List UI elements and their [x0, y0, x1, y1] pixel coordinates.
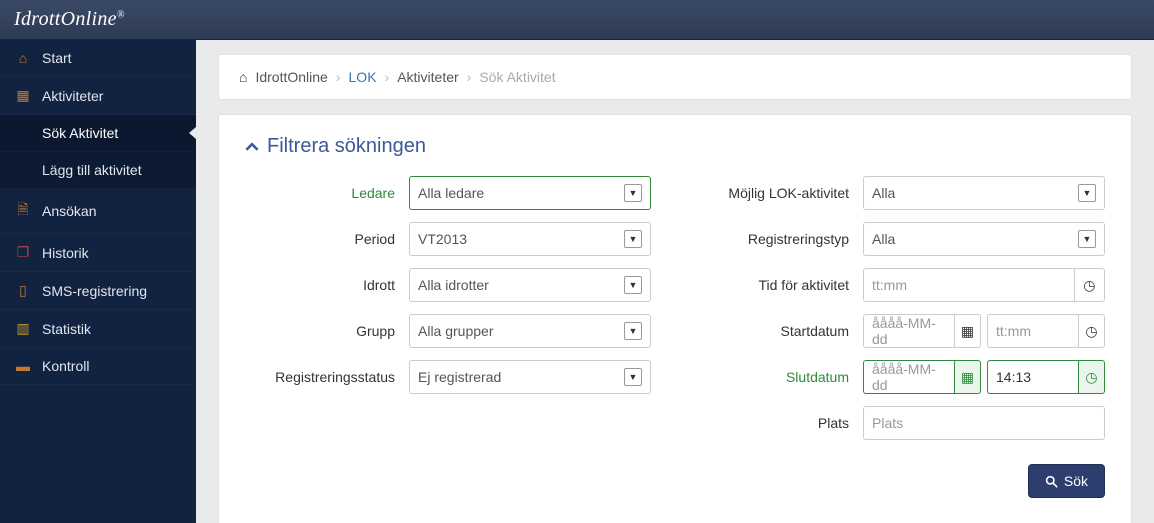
tid-clock-button[interactable]: ◷: [1074, 268, 1105, 302]
breadcrumb-aktiviteter[interactable]: Aktiviteter: [397, 69, 458, 85]
sidebar-item-kontroll[interactable]: ▬Kontroll: [0, 348, 196, 385]
mojlig-select[interactable]: Alla ▼: [863, 176, 1105, 210]
home-icon: ⌂: [16, 50, 30, 66]
ledare-label: Ledare: [245, 185, 395, 201]
breadcrumb: ⌂ IdrottOnline › LOK › Aktiviteter › Sök…: [239, 69, 1111, 85]
topbar: IdrottOnline®: [0, 0, 1154, 40]
tid-input[interactable]: tt:mm: [863, 268, 1074, 302]
plats-input[interactable]: Plats: [863, 406, 1105, 440]
grupp-select[interactable]: Alla grupper ▼: [409, 314, 651, 348]
breadcrumb-panel: ⌂ IdrottOnline › LOK › Aktiviteter › Sök…: [218, 54, 1132, 100]
breadcrumb-current: Sök Aktivitet: [479, 69, 555, 85]
sidebar-item-sok-aktivitet[interactable]: Sök Aktivitet: [0, 115, 196, 152]
filter-panel: Filtrera sökningen Ledare Alla ledare ▼: [218, 114, 1132, 523]
calendar-icon: ▦: [961, 369, 974, 386]
copy-icon: ❐: [16, 244, 30, 261]
idrott-label: Idrott: [245, 277, 395, 293]
sidebar-item-ansokan[interactable]: 🗎Ansökan: [0, 189, 196, 234]
chevron-down-icon: ▼: [624, 184, 642, 202]
plats-label: Plats: [699, 415, 849, 431]
home-icon: ⌂: [239, 69, 247, 85]
chevron-down-icon: ▼: [1078, 184, 1096, 202]
main-content: ⌂ IdrottOnline › LOK › Aktiviteter › Sök…: [196, 40, 1154, 523]
chevron-up-icon: [245, 140, 259, 154]
chevron-down-icon: ▼: [624, 368, 642, 386]
chart-icon: ▥: [16, 320, 30, 337]
search-icon: [1045, 475, 1058, 488]
startdatum-date-input[interactable]: åååå-MM-dd: [863, 314, 954, 348]
startdatum-clock-button[interactable]: ◷: [1078, 314, 1105, 348]
filter-toggle[interactable]: Filtrera sökningen: [245, 135, 1105, 158]
search-button[interactable]: Sök: [1028, 464, 1105, 498]
sidebar-item-sms-registrering[interactable]: ▯SMS-registrering: [0, 272, 196, 310]
chevron-down-icon: ▼: [624, 276, 642, 294]
clock-icon: ◷: [1083, 277, 1095, 294]
mojlig-label: Möjlig LOK-aktivitet: [699, 185, 849, 201]
clock-icon: ◷: [1085, 369, 1097, 386]
ledare-select[interactable]: Alla ledare ▼: [409, 176, 651, 210]
sidebar-item-lagg-till-aktivitet[interactable]: Lägg till aktivitet: [0, 152, 196, 189]
sidebar-item-aktiviteter[interactable]: ▦Aktiviteter: [0, 77, 196, 115]
sidebar-item-historik[interactable]: ❐Historik: [0, 234, 196, 272]
regstatus-select[interactable]: Ej registrerad ▼: [409, 360, 651, 394]
breadcrumb-lok[interactable]: LOK: [349, 69, 377, 85]
regtyp-label: Registreringstyp: [699, 231, 849, 247]
tid-label: Tid för aktivitet: [699, 277, 849, 293]
regstatus-label: Registreringsstatus: [245, 369, 395, 385]
calendar-icon: ▦: [16, 87, 30, 104]
slutdatum-clock-button[interactable]: ◷: [1078, 360, 1105, 394]
sidebar-item-statistik[interactable]: ▥Statistik: [0, 310, 196, 348]
chevron-down-icon: ▼: [624, 230, 642, 248]
idrott-select[interactable]: Alla idrotter ▼: [409, 268, 651, 302]
slutdatum-date-input[interactable]: åååå-MM-dd: [863, 360, 954, 394]
book-icon: ▬: [16, 358, 30, 374]
clock-icon: ◷: [1085, 323, 1097, 340]
chevron-down-icon: ▼: [1078, 230, 1096, 248]
logo: IdrottOnline®: [14, 8, 125, 31]
sidebar: ⌂Start ▦Aktiviteter Sök Aktivitet Lägg t…: [0, 40, 196, 523]
phone-icon: ▯: [16, 282, 30, 299]
chevron-down-icon: ▼: [624, 322, 642, 340]
slutdatum-label: Slutdatum: [699, 369, 849, 385]
slutdatum-time-input[interactable]: 14:13: [987, 360, 1078, 394]
regtyp-select[interactable]: Alla ▼: [863, 222, 1105, 256]
grupp-label: Grupp: [245, 323, 395, 339]
startdatum-calendar-button[interactable]: ▦: [954, 314, 981, 348]
sidebar-item-start[interactable]: ⌂Start: [0, 40, 196, 77]
startdatum-label: Startdatum: [699, 323, 849, 339]
file-icon: 🗎: [16, 199, 30, 223]
startdatum-time-input[interactable]: tt:mm: [987, 314, 1078, 348]
calendar-icon: ▦: [961, 323, 974, 340]
period-label: Period: [245, 231, 395, 247]
breadcrumb-home[interactable]: IdrottOnline: [255, 69, 327, 85]
slutdatum-calendar-button[interactable]: ▦: [954, 360, 981, 394]
period-select[interactable]: VT2013 ▼: [409, 222, 651, 256]
